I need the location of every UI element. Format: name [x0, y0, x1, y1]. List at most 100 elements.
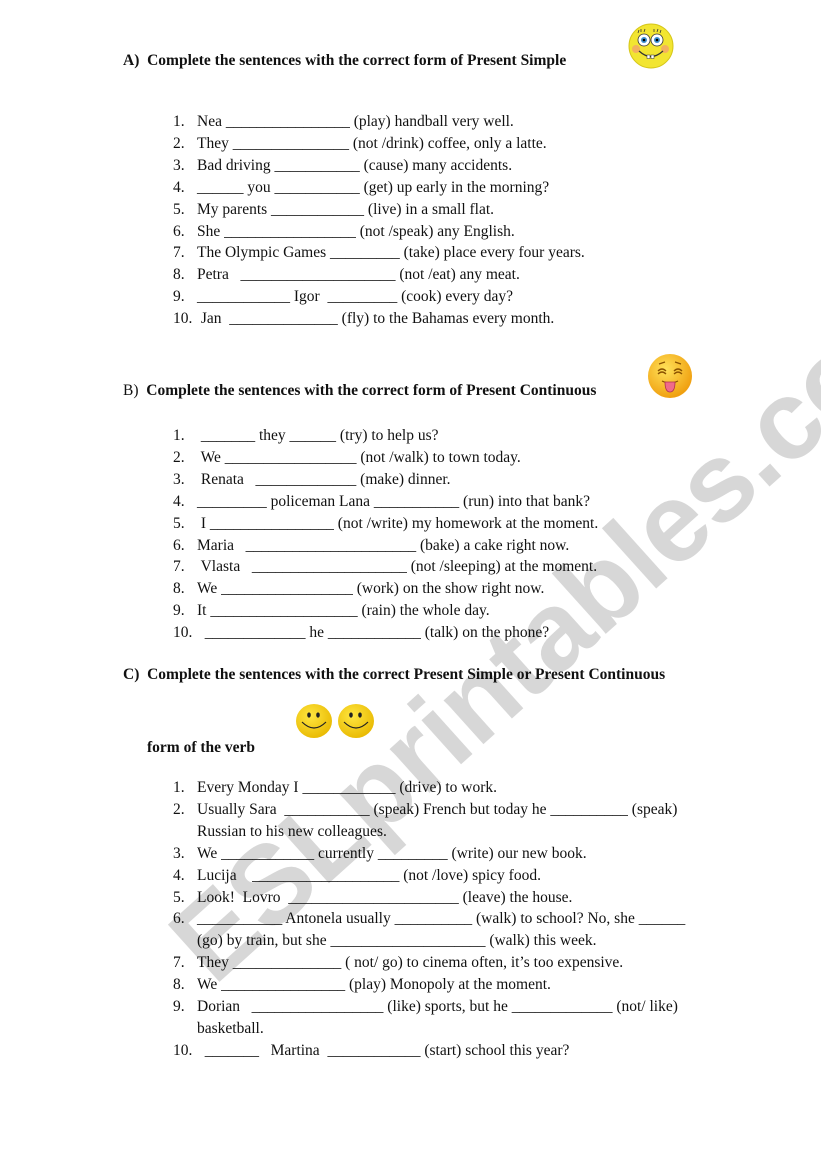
list-item: 6. ___________ Antonela usually _________…	[173, 908, 753, 952]
item-text: Petra ____________________ (not /eat) an…	[197, 266, 520, 284]
list-item: 8. We ________________ (play) Monopoly at…	[173, 974, 753, 996]
list-item: 1. Nea ________________ (play) handball v…	[173, 111, 733, 133]
list-item: 5. Look! Lovro ______________________ (le…	[173, 887, 753, 909]
item-number: 2.	[173, 134, 185, 152]
item-number: 10.	[173, 1041, 193, 1059]
list-item: 9. Dorian _________________ (like) sports…	[173, 996, 753, 1040]
item-number: 4.	[173, 492, 185, 510]
list-item: 7. Vlasta ____________________ (not /sle…	[173, 556, 733, 578]
item-text: Bad driving ___________ (cause) many acc…	[197, 156, 513, 174]
item-number: 3.	[173, 470, 185, 488]
section-a-title: Complete the sentences with the correct …	[147, 52, 567, 69]
item-number: 9.	[173, 602, 185, 620]
item-number: 5.	[173, 514, 185, 532]
list-item: 10. _______ Martina ____________ (start)…	[173, 1040, 753, 1062]
two-smiley-faces-icon	[296, 704, 374, 738]
section-b-heading: B) Complete the sentences with the corre…	[123, 382, 596, 400]
item-text: My parents ____________ (live) in a smal…	[197, 200, 495, 218]
item-text: _________ policeman Lana ___________ (ru…	[197, 492, 591, 510]
list-item: 9. It ___________________ (rain) the whol…	[173, 600, 733, 622]
section-b-list: 1. _______ they ______ (try) to help us?…	[173, 425, 733, 644]
item-text-continued: Russian to his new colleagues.	[197, 822, 387, 840]
item-number: 1.	[173, 427, 185, 444]
item-text: ____________ Igor _________ (cook) every…	[197, 288, 513, 306]
item-number: 2.	[173, 800, 185, 818]
list-item: 9. ____________ Igor _________ (cook) eve…	[173, 286, 733, 308]
item-text: We ________________ (play) Monopoly at t…	[197, 976, 551, 994]
item-number: 10.	[173, 310, 193, 328]
list-item: 5. My parents ____________ (live) in a sm…	[173, 199, 733, 221]
item-text: We ____________ currently _________ (wri…	[197, 844, 587, 862]
item-text: Renata _____________ (make) dinner.	[197, 470, 451, 488]
item-text: ___________ Antonela usually __________ …	[197, 910, 686, 928]
list-item: 3. Bad driving ___________ (cause) many a…	[173, 155, 733, 177]
section-c-subtitle: form of the verb	[147, 739, 256, 756]
list-item: 10. _____________ he ____________ (talk)…	[173, 622, 733, 644]
item-text: She _________________ (not /speak) any E…	[197, 222, 515, 240]
item-number: 5.	[173, 888, 185, 906]
list-item: 1. Every Monday I ____________ (drive) to…	[173, 777, 753, 799]
item-number: 6.	[173, 536, 185, 554]
section-a-heading: A) Complete the sentences with the corre…	[123, 52, 566, 70]
item-text: _______ they ______ (try) to help us?	[197, 427, 439, 444]
section-c-heading: C) Complete the sentences with the corre…	[123, 666, 665, 684]
item-number: 2.	[173, 448, 185, 466]
item-number: 6.	[173, 910, 185, 928]
item-number: 8.	[173, 976, 185, 994]
item-number: 6.	[173, 222, 185, 240]
section-a-label: A)	[123, 52, 140, 69]
item-number: 9.	[173, 998, 185, 1016]
item-number: 8.	[173, 580, 185, 598]
section-c-label: C)	[123, 666, 140, 683]
section-c-list: 1. Every Monday I ____________ (drive) to…	[173, 777, 753, 1062]
spongebob-smiley-icon	[628, 23, 674, 69]
item-text: They _______________ (not /drink) coffee…	[197, 134, 547, 152]
item-number: 4.	[173, 866, 185, 884]
item-number: 3.	[173, 844, 185, 862]
list-item: 10. Jan ______________ (fly) to the Baha…	[173, 308, 733, 330]
item-text: _____________ he ____________ (talk) on …	[197, 624, 550, 642]
section-a-list: 1. Nea ________________ (play) handball v…	[173, 111, 733, 330]
list-item: 1. _______ they ______ (try) to help us?	[173, 425, 733, 447]
item-number: 7.	[173, 558, 185, 576]
list-item: 4. Lucija ___________________ (not /love)…	[173, 865, 753, 887]
section-b-title: Complete the sentences with the correct …	[146, 382, 597, 399]
section-b-label: B)	[123, 382, 139, 399]
item-text-continued: (go) by train, but she _________________…	[197, 932, 597, 950]
item-text: Dorian _________________ (like) sports, …	[197, 998, 678, 1016]
list-item: 4. _________ policeman Lana ___________ (…	[173, 491, 733, 513]
list-item: 8. We _________________ (work) on the sho…	[173, 578, 733, 600]
list-item: 6. She _________________ (not /speak) any…	[173, 221, 733, 243]
list-item: 7. The Olympic Games _________ (take) pla…	[173, 242, 733, 264]
list-item: 3. We ____________ currently _________ (w…	[173, 843, 753, 865]
item-text: Every Monday I ____________ (drive) to w…	[197, 779, 498, 796]
item-number: 7.	[173, 954, 185, 972]
item-text: I ________________ (not /write) my homew…	[197, 514, 599, 532]
list-item: 8. Petra ____________________ (not /eat) …	[173, 264, 733, 286]
item-text: Nea ________________ (play) handball ver…	[197, 113, 514, 130]
item-number: 5.	[173, 200, 185, 218]
item-text: Jan ______________ (fly) to the Bahamas …	[197, 310, 555, 328]
list-item: 2. Usually Sara ___________ (speak) Frenc…	[173, 799, 753, 843]
list-item: 2. We _________________ (not /walk) to t…	[173, 447, 733, 469]
item-text: The Olympic Games _________ (take) place…	[197, 244, 585, 262]
item-number: 1.	[173, 779, 185, 796]
list-item: 4. ______ you ___________ (get) up early …	[173, 177, 733, 199]
item-number: 1.	[173, 113, 185, 130]
item-text: They ______________ ( not/ go) to cinema…	[197, 954, 624, 972]
item-text: Usually Sara ___________ (speak) French …	[197, 800, 678, 818]
tongue-out-emoji-icon	[648, 354, 692, 398]
item-text: Look! Lovro ______________________ (leav…	[197, 888, 573, 906]
item-number: 10.	[173, 624, 193, 642]
item-number: 4.	[173, 178, 185, 196]
item-text: Vlasta ____________________ (not /sleepi…	[197, 558, 598, 576]
list-item: 5. I ________________ (not /write) my ho…	[173, 513, 733, 535]
list-item: 7. They ______________ ( not/ go) to cine…	[173, 952, 753, 974]
item-text: It ___________________ (rain) the whole …	[197, 602, 490, 620]
list-item: 3. Renata _____________ (make) dinner.	[173, 469, 733, 491]
item-number: 8.	[173, 266, 185, 284]
section-c-title: Complete the sentences with the correct …	[147, 666, 666, 683]
item-text: Lucija ___________________ (not /love) s…	[197, 866, 541, 884]
item-text: ______ you ___________ (get) up early in…	[197, 178, 550, 196]
item-number: 9.	[173, 288, 185, 306]
